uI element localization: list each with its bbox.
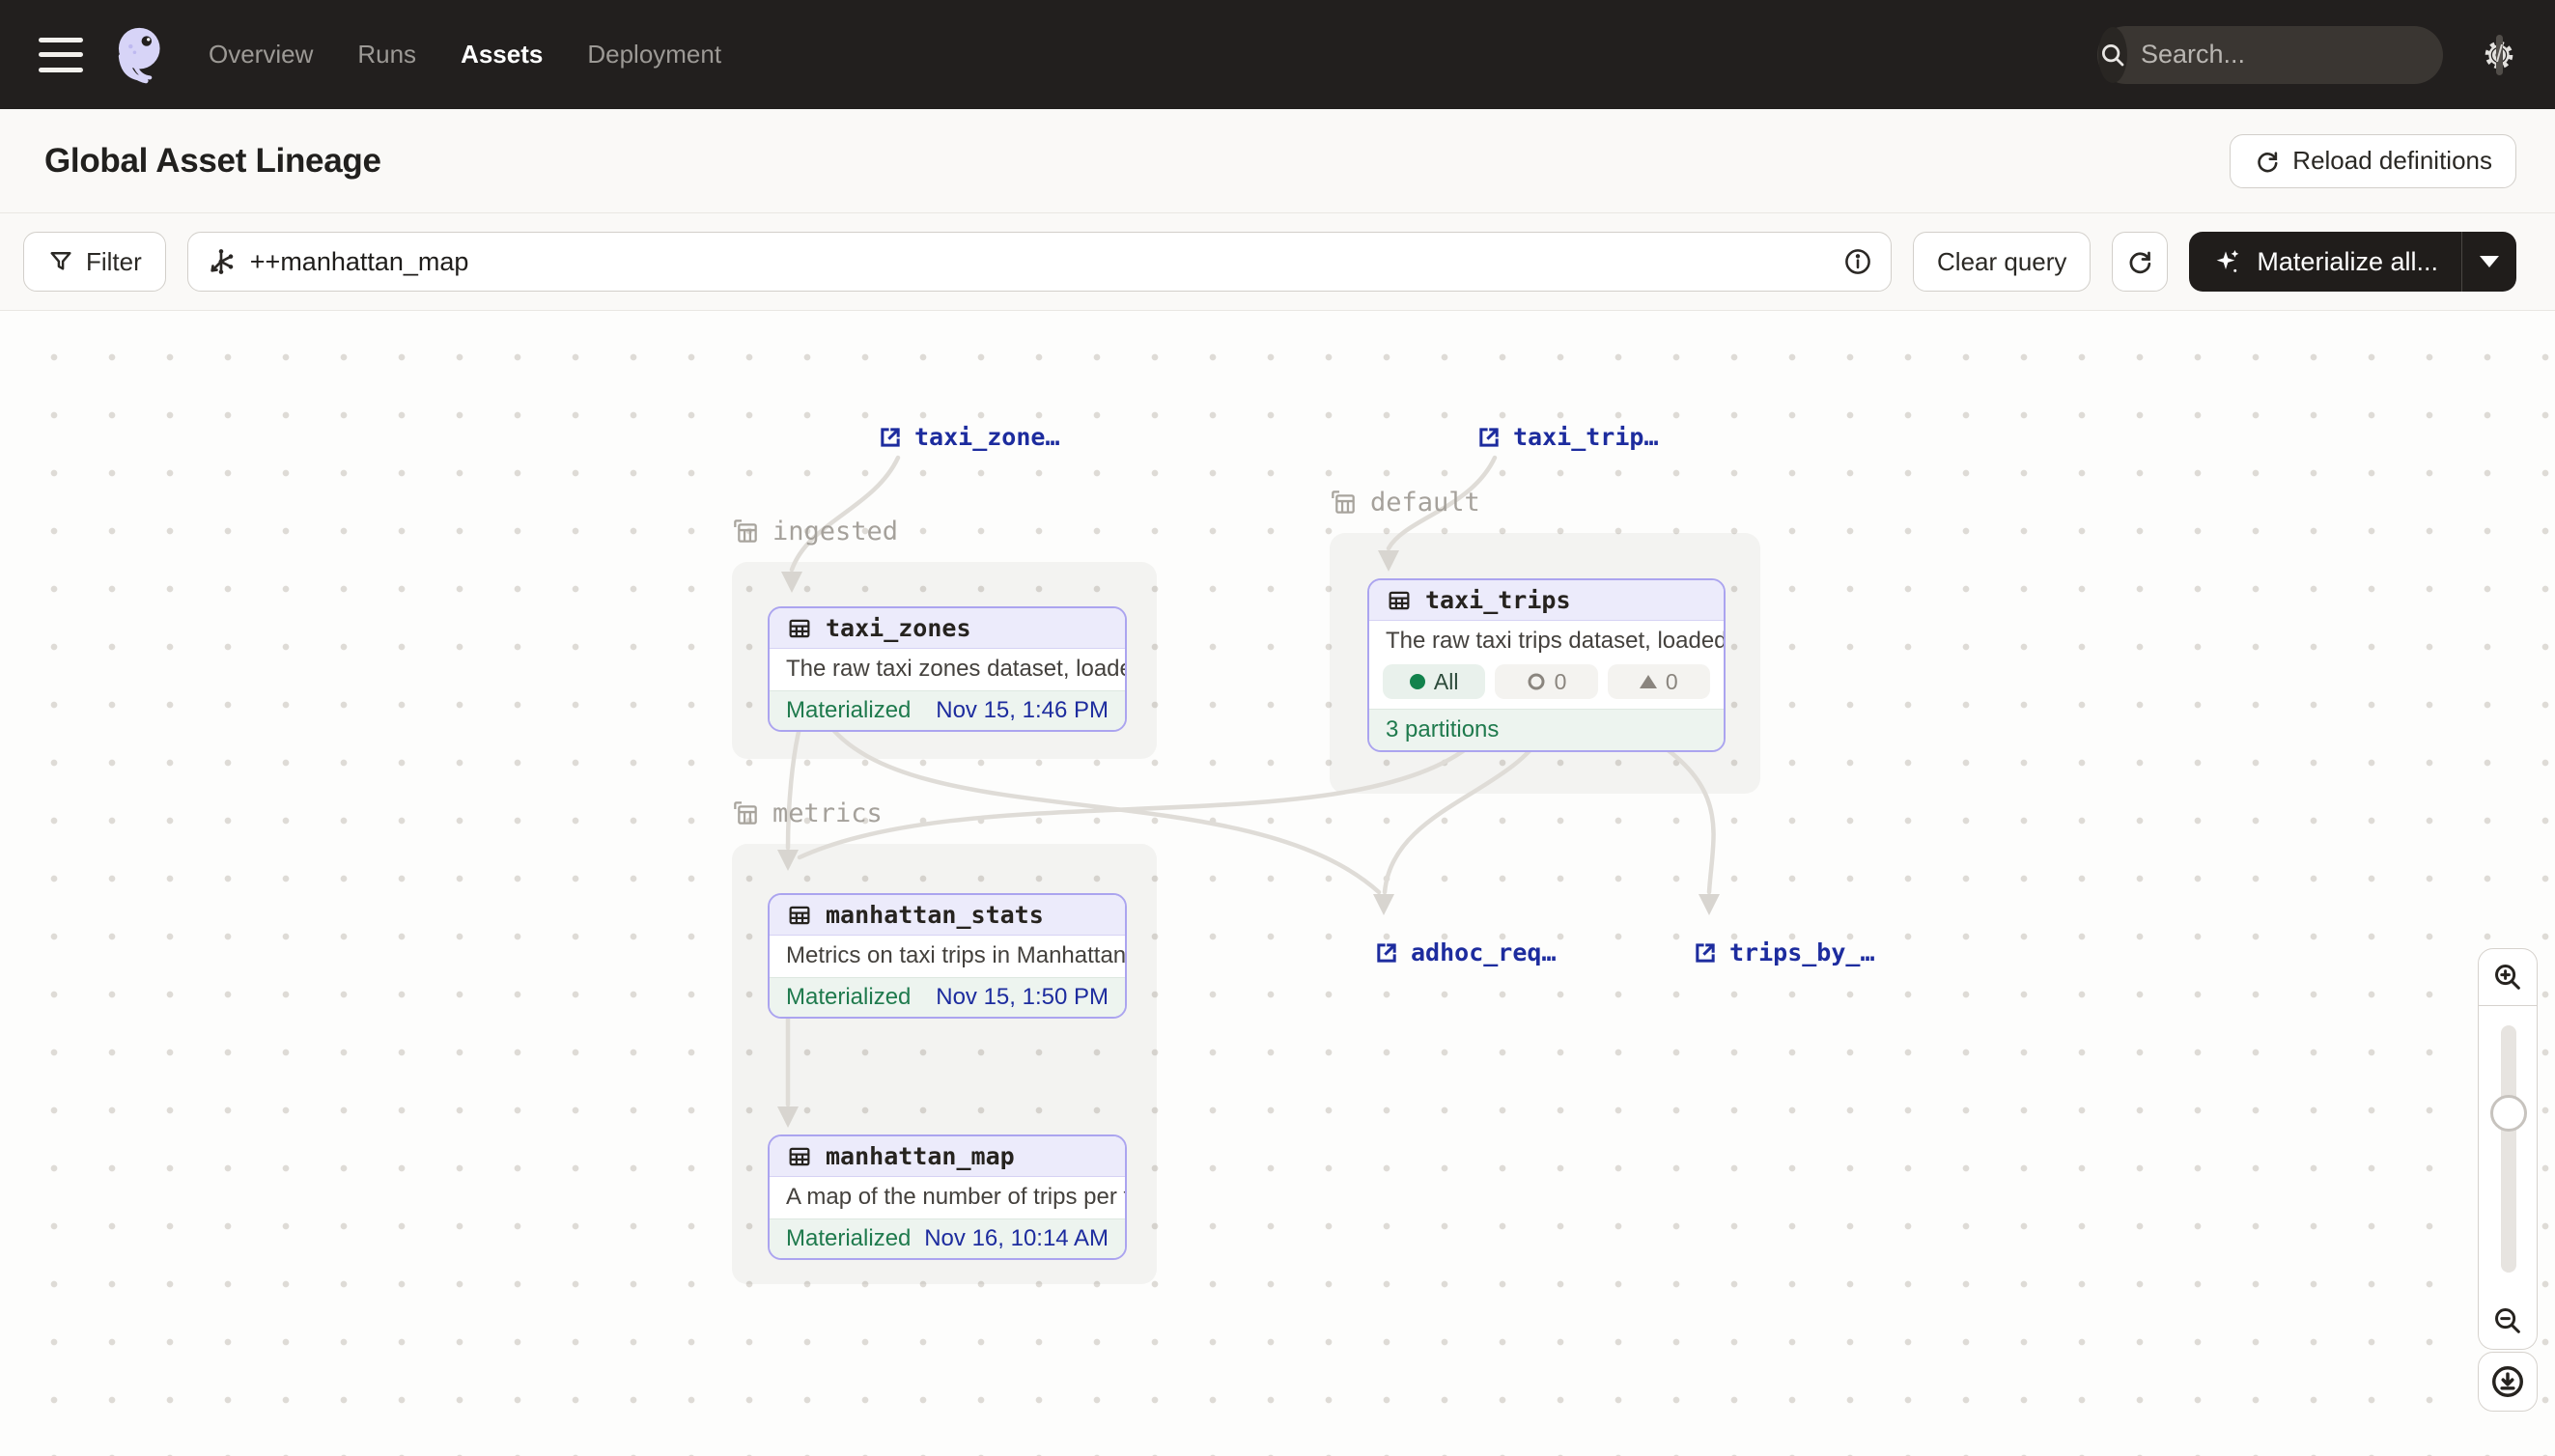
zoom-slider xyxy=(2478,1006,2538,1292)
status-badge: Materialized xyxy=(786,1225,911,1252)
external-asset-adhoc-req[interactable]: adhoc_req… xyxy=(1373,938,1557,966)
materialization-timestamp[interactable]: Nov 15, 1:46 PM xyxy=(936,697,1109,724)
sparkle-icon xyxy=(2212,246,2243,277)
asset-description: The raw taxi zones dataset, loaded int..… xyxy=(770,649,1125,690)
filter-button[interactable]: Filter xyxy=(23,232,166,292)
group-label-ingested[interactable]: ingested xyxy=(730,516,898,546)
lineage-edges xyxy=(0,311,2555,1456)
nav-overview[interactable]: Overview xyxy=(209,40,313,70)
asset-node-taxi-zones[interactable]: taxi_zones The raw taxi zones dataset, l… xyxy=(768,606,1127,732)
asset-group-icon xyxy=(730,516,761,546)
external-asset-taxi-zone[interactable]: taxi_zone… xyxy=(877,423,1060,451)
materialize-all-split-button: Materialize all... xyxy=(2189,232,2516,292)
asset-group-icon xyxy=(1328,487,1359,518)
lineage-toolbar: Filter Clear query xyxy=(0,213,2555,311)
asset-node-manhattan-stats[interactable]: manhattan_stats Metrics on taxi trips in… xyxy=(768,893,1127,1019)
search-shortcut-key: / xyxy=(2496,35,2503,75)
query-info-icon[interactable] xyxy=(1842,246,1873,277)
partition-count: 3 partitions xyxy=(1369,709,1724,750)
zoom-in-icon xyxy=(2491,961,2524,994)
partitions-missing-pill[interactable]: 0 xyxy=(1608,664,1710,699)
asset-group-icon xyxy=(730,798,761,828)
asset-description: The raw taxi trips dataset, loaded into … xyxy=(1369,621,1724,662)
external-link-icon xyxy=(1373,939,1400,966)
partitions-failed-pill[interactable]: 0 xyxy=(1495,664,1597,699)
download-image-button[interactable] xyxy=(2478,1352,2538,1412)
status-badge: Materialized xyxy=(786,984,911,1011)
table-icon xyxy=(786,902,813,929)
dagster-logo-icon[interactable] xyxy=(110,23,174,87)
materialize-all-button[interactable]: Materialize all... xyxy=(2189,232,2461,292)
status-badge: Materialized xyxy=(786,697,911,724)
zoom-out-icon xyxy=(2491,1304,2524,1337)
nav-runs[interactable]: Runs xyxy=(357,40,416,70)
dagster-app: Overview Runs Assets Deployment / xyxy=(0,0,2555,1456)
primary-nav: Overview Runs Assets Deployment xyxy=(209,40,721,70)
external-link-icon xyxy=(877,424,904,451)
refresh-icon xyxy=(2125,247,2154,276)
download-icon xyxy=(2489,1363,2526,1400)
asset-selection-query xyxy=(187,232,1892,292)
materialization-timestamp[interactable]: Nov 16, 10:14 AM xyxy=(924,1225,1109,1252)
zoom-controls xyxy=(2478,948,2538,1350)
search-icon xyxy=(2098,27,2127,83)
external-link-icon xyxy=(1475,424,1502,451)
global-search[interactable]: / xyxy=(2097,26,2443,84)
search-input[interactable] xyxy=(2127,40,2496,70)
reload-definitions-button[interactable]: Reload definitions xyxy=(2230,134,2516,188)
triangle-icon xyxy=(1640,675,1657,688)
group-label-default[interactable]: default xyxy=(1328,487,1480,518)
filter-funnel-icon xyxy=(47,248,74,275)
materialization-timestamp[interactable]: Nov 15, 1:50 PM xyxy=(936,984,1109,1011)
external-link-icon xyxy=(1692,939,1719,966)
asset-description: Metrics on taxi trips in Manhattan xyxy=(770,936,1125,977)
asset-node-taxi-trips[interactable]: taxi_trips The raw taxi trips dataset, l… xyxy=(1367,578,1726,752)
asset-description: A map of the number of trips per taxi z.… xyxy=(770,1177,1125,1218)
clear-query-button[interactable]: Clear query xyxy=(1913,232,2091,292)
materialize-options-caret[interactable] xyxy=(2462,232,2516,292)
nav-deployment[interactable]: Deployment xyxy=(587,40,721,70)
nav-assets[interactable]: Assets xyxy=(461,40,543,70)
page-title: Global Asset Lineage xyxy=(44,142,381,181)
external-asset-trips-by[interactable]: trips_by_… xyxy=(1692,938,1875,966)
partitions-materialized-pill[interactable]: All xyxy=(1383,664,1485,699)
chevron-down-icon xyxy=(2480,256,2499,267)
table-icon xyxy=(786,615,813,642)
zoom-out-button[interactable] xyxy=(2478,1292,2538,1350)
asset-node-manhattan-map[interactable]: manhattan_map A map of the number of tri… xyxy=(768,1134,1127,1260)
lineage-canvas[interactable]: ingested default metrics taxi_zone… xyxy=(0,311,2555,1456)
group-label-metrics[interactable]: metrics xyxy=(730,798,883,828)
external-asset-taxi-trip[interactable]: taxi_trip… xyxy=(1475,423,1659,451)
empty-circle-icon xyxy=(1527,672,1546,691)
top-bar: Overview Runs Assets Deployment / xyxy=(0,0,2555,109)
materialized-dot-icon xyxy=(1410,674,1425,689)
zoom-in-button[interactable] xyxy=(2478,948,2538,1006)
selection-syntax-icon xyxy=(206,246,237,277)
refresh-icon xyxy=(2254,148,2281,175)
table-icon xyxy=(786,1143,813,1170)
refresh-graph-button[interactable] xyxy=(2112,232,2168,292)
zoom-slider-handle[interactable] xyxy=(2490,1095,2527,1132)
page-header: Global Asset Lineage Reload definitions xyxy=(0,109,2555,213)
hamburger-menu-icon[interactable] xyxy=(39,38,83,72)
table-icon xyxy=(1386,587,1413,614)
zoom-slider-track[interactable] xyxy=(2501,1025,2516,1273)
asset-query-input[interactable] xyxy=(250,247,1829,277)
